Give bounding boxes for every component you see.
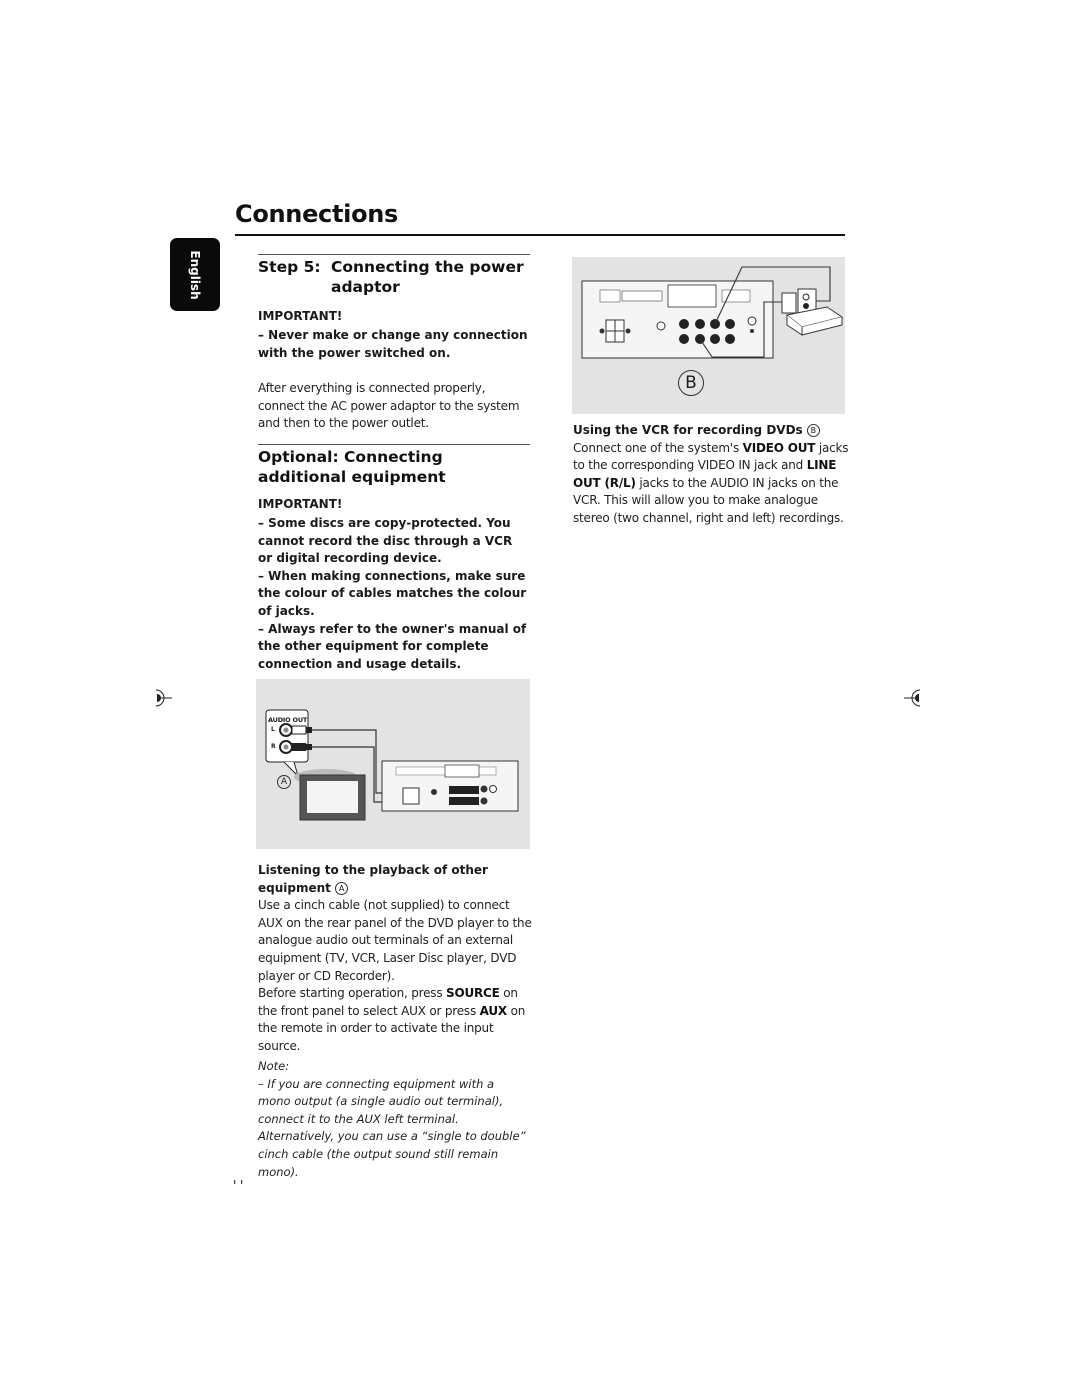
warning-item: – When making connections, make sure the… — [258, 568, 527, 618]
figure-a-diagram: AUDIO OUT L R A — [256, 679, 530, 849]
section-divider — [258, 254, 530, 255]
registration-mark-right-icon — [904, 689, 921, 707]
figure-b-diagram: B — [572, 257, 845, 414]
figure-a-illustration — [265, 709, 519, 821]
aux-keyword: AUX — [479, 1003, 508, 1018]
warning-item: – Always refer to the owner's manual of … — [258, 621, 527, 671]
vcr-body: Connect one of the system's VIDEO OUT ja… — [573, 440, 849, 525]
title-divider — [235, 234, 845, 236]
figure-b-marker: B — [678, 370, 704, 396]
marker-b: B — [806, 424, 820, 437]
important-label: IMPORTANT! — [258, 496, 343, 511]
figure-a-marker: A — [277, 775, 291, 789]
listening-heading: Listening to the playback of other equip… — [258, 863, 488, 895]
language-tab: English — [170, 238, 220, 311]
left-channel-label: L — [271, 726, 275, 733]
section-divider — [258, 443, 530, 445]
step5-heading: Step 5: Connecting the power adaptor — [258, 258, 524, 296]
vcr-heading: Using the VCR for recording DVDs B — [573, 422, 853, 440]
note-text: – If you are connecting equipment with a… — [258, 1076, 526, 1179]
optional-heading: Optional: Connecting additional equipmen… — [258, 447, 446, 486]
step5-body: After everything is connected properly, … — [258, 381, 520, 431]
warning-item: – Never make or change any connection wi… — [258, 328, 528, 360]
source-keyword: SOURCE — [446, 986, 500, 1001]
listening-section: Listening to the playback of other equip… — [258, 862, 536, 1056]
video-out-keyword: VIDEO OUT — [742, 440, 816, 455]
figure-b-illustration — [581, 266, 844, 359]
registration-mark-left-icon — [155, 689, 172, 707]
page-title: Connections — [235, 200, 399, 228]
listening-body: Use a cinch cable (not supplied) to conn… — [258, 898, 532, 983]
page-number: 11 — [231, 1180, 245, 1184]
note-label: Note: — [258, 1059, 290, 1073]
vcr-section: Using the VCR for recording DVDs B Conne… — [573, 422, 853, 528]
marker-a: A — [335, 881, 349, 895]
audio-out-label: AUDIO OUT — [268, 716, 308, 724]
listening-body-2: Before starting operation, press SOURCE … — [258, 986, 526, 1053]
left-column: Step 5: Connecting the power adaptor IMPO… — [258, 254, 530, 673]
language-tab-label: English — [188, 249, 202, 300]
step-label: Step 5: — [258, 258, 321, 276]
warning-item: – Some discs are copy-protected. You can… — [258, 515, 513, 566]
note-section: Note: – If you are connecting equipment … — [258, 1058, 530, 1181]
right-channel-label: R — [271, 743, 276, 750]
important-label: IMPORTANT! — [258, 309, 343, 323]
